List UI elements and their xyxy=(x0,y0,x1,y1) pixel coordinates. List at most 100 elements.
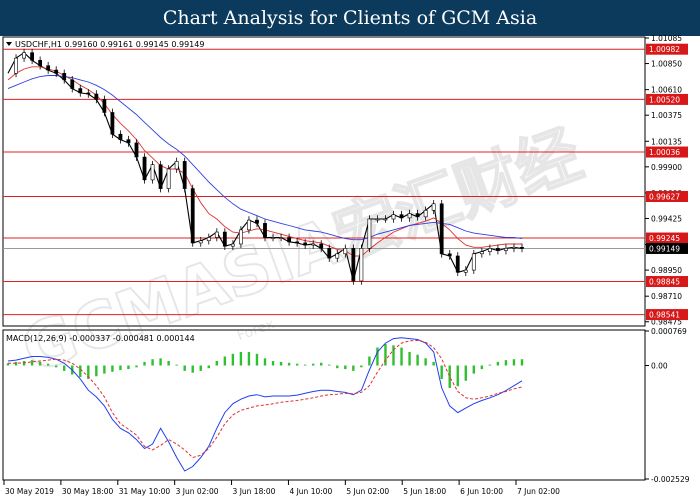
candle-body xyxy=(190,188,195,244)
chart-canvas: GCMASIA宏汇财经 Forex 1.010851.008501.006101… xyxy=(2,34,690,496)
macd-histogram-bar xyxy=(408,352,411,366)
macd-histogram-bar xyxy=(183,365,186,371)
candle-body xyxy=(22,52,26,59)
macd-histogram-bar xyxy=(416,354,419,366)
macd-histogram-bar xyxy=(79,365,82,378)
macd-histogram-bar xyxy=(279,361,283,366)
candle-body xyxy=(335,253,340,259)
current-price-label: 0.99149 xyxy=(649,244,680,253)
candle-body xyxy=(496,248,500,251)
macd-histogram-bar xyxy=(151,359,154,366)
x-tick-label: 30 May 2019 xyxy=(5,487,54,496)
candle-body xyxy=(78,88,83,94)
candle-body xyxy=(383,218,388,221)
candle-body xyxy=(327,248,332,259)
macd-histogram-bar xyxy=(215,361,219,366)
candle-body xyxy=(239,229,243,245)
candle-body xyxy=(463,269,468,273)
chart-root: Chart Analysis for Clients of GCM Asia G… xyxy=(0,0,700,500)
y-tick-label: 0.99900 xyxy=(651,163,682,172)
macd-histogram-bar xyxy=(199,365,202,371)
candle-body xyxy=(399,214,404,219)
y-tick-label: 0.98950 xyxy=(651,266,682,275)
macd-y-tick-label: 0.00 xyxy=(651,362,668,371)
candle-body xyxy=(70,79,75,89)
macd-histogram-bar xyxy=(255,353,259,366)
candle-body xyxy=(206,237,211,242)
macd-histogram-bar xyxy=(432,361,435,366)
candle-body xyxy=(359,248,364,282)
level-label: 1.00982 xyxy=(649,45,680,54)
y-tick-label: 1.00850 xyxy=(651,60,682,69)
candle-body xyxy=(30,52,34,61)
candle-body xyxy=(38,59,43,67)
macd-histogram-bar xyxy=(271,361,275,366)
macd-histogram-bar xyxy=(328,364,331,366)
main-info-text: USDCHF,H1 0.99160 0.99161 0.99145 0.9914… xyxy=(15,40,204,49)
candle-body xyxy=(471,253,476,271)
x-tick-label: 5 Jun 02:00 xyxy=(346,487,389,496)
candle-body xyxy=(150,164,155,181)
macd-histogram-bar xyxy=(167,361,170,366)
candle-body xyxy=(447,253,452,257)
macd-histogram-bar xyxy=(103,365,106,374)
level-label: 0.98845 xyxy=(649,278,680,287)
candle-body xyxy=(263,223,267,238)
candle-body xyxy=(86,92,91,95)
macd-histogram-bar xyxy=(440,365,443,379)
candle-body xyxy=(14,57,18,74)
macd-histogram-bar xyxy=(336,365,339,369)
main-info: USDCHF,H1 0.99160 0.99161 0.99145 0.9914… xyxy=(6,40,204,49)
macd-histogram-bar xyxy=(512,359,516,366)
candle-body xyxy=(287,237,291,243)
macd-y-tick-label: -0.002529 xyxy=(651,475,690,484)
macd-histogram-bar xyxy=(472,365,476,374)
candle-body xyxy=(431,203,436,211)
x-tick-label: 6 Jun 10:00 xyxy=(460,487,503,496)
y-tick-label: 0.99425 xyxy=(651,214,682,223)
candle-body xyxy=(375,218,380,221)
candle-body xyxy=(479,251,484,255)
macd-histogram-bar xyxy=(464,365,467,381)
x-tick-label: 5 Jun 18:00 xyxy=(403,487,446,496)
macd-histogram-bar xyxy=(287,362,291,366)
macd-histogram-bar xyxy=(127,365,130,370)
candle-body xyxy=(279,237,283,239)
candle-body xyxy=(110,112,115,135)
macd-histogram-bar xyxy=(30,360,34,366)
macd-histogram-bar xyxy=(175,364,178,366)
candle-body xyxy=(126,139,131,144)
candle-body xyxy=(102,99,107,113)
macd-histogram-bar xyxy=(135,365,138,368)
x-tick-label: 4 Jun 10:00 xyxy=(289,487,332,496)
y-tick-label: 0.98710 xyxy=(651,292,682,301)
candle-body xyxy=(174,161,179,170)
macd-histogram-bar xyxy=(400,347,403,366)
candle-body xyxy=(158,164,163,189)
candle-body xyxy=(512,246,516,249)
candle-body xyxy=(182,161,187,189)
candle-body xyxy=(255,219,259,224)
macd-histogram-bar xyxy=(320,362,323,366)
macd-histogram-bar xyxy=(504,360,508,366)
macd-histogram-bar xyxy=(295,363,299,366)
macd-histogram-bar xyxy=(119,365,122,370)
macd-histogram-bar xyxy=(368,356,371,366)
macd-histogram-bar xyxy=(424,358,427,366)
y-tick-label: 1.00375 xyxy=(651,111,682,120)
candle-body xyxy=(94,93,99,100)
candle-body xyxy=(214,231,219,238)
macd-histogram-bar xyxy=(448,365,451,388)
candle-body xyxy=(391,214,396,220)
x-tick-label: 3 Jun 18:00 xyxy=(233,487,276,496)
y-tick-label: 1.00135 xyxy=(651,137,682,146)
macd-histogram-bar xyxy=(311,363,315,366)
macd-y-tick-label: 0.000769 xyxy=(651,327,687,336)
macd-histogram-bar xyxy=(46,363,50,366)
macd-histogram-bar xyxy=(231,353,235,366)
macd-histogram-bar xyxy=(143,361,146,366)
candle-body xyxy=(198,240,203,244)
candle-body xyxy=(134,142,139,158)
macd-histogram-bar xyxy=(63,365,66,371)
candle-body xyxy=(351,248,356,282)
